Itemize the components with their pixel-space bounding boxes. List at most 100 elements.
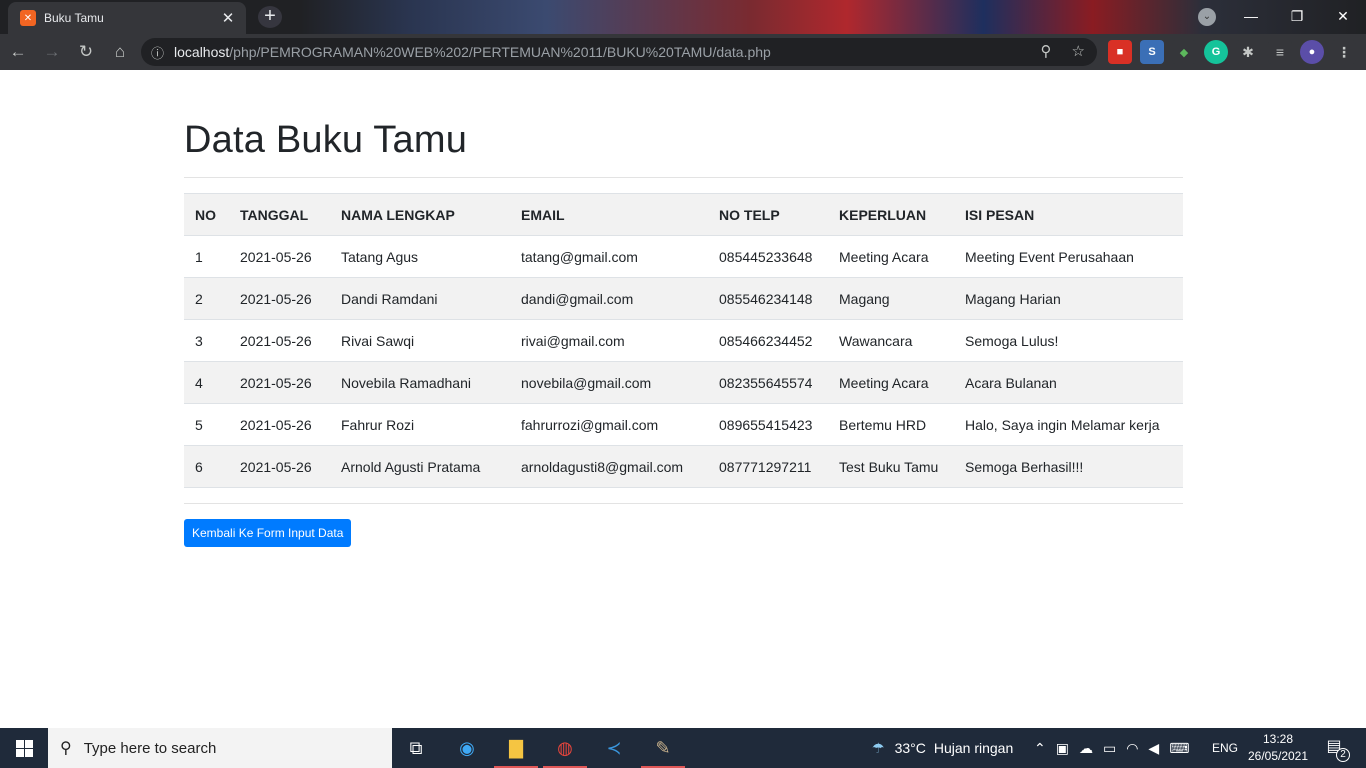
language-indicator[interactable]: ENG [1212, 728, 1238, 768]
zoom-icon[interactable]: ⚲ [1041, 42, 1052, 60]
cell-email: tatang@gmail.com [510, 235, 708, 278]
cell-nama: Arnold Agusti Pratama [330, 445, 510, 488]
taskbar-search-box[interactable]: ⚲ Type here to search [48, 728, 392, 768]
browser-menu-icon[interactable]: ⋮ [1332, 40, 1356, 64]
cell-email: fahrurrozi@gmail.com [510, 403, 708, 446]
extension-lock-icon[interactable]: ■ [1108, 40, 1132, 64]
cell-keperluan: Test Buku Tamu [828, 445, 954, 488]
cell-tanggal: 2021-05-26 [229, 235, 330, 278]
tab-search-icon[interactable]: ⌄ [1198, 8, 1216, 26]
cell-no: 6 [184, 445, 229, 488]
extensions-puzzle-icon[interactable]: ✱ [1236, 40, 1260, 64]
system-tray: ⌃ ▣ ☁ ▭ ◠ ◀ ⌨ [1034, 728, 1189, 768]
guestbook-table: NO TANGGAL NAMA LENGKAP EMAIL NO TELP KE… [184, 193, 1183, 488]
chevron-up-icon[interactable]: ⌃ [1034, 740, 1046, 757]
restore-button[interactable]: ❐ [1274, 0, 1320, 32]
cell-pesan: Halo, Saya ingin Melamar kerja [954, 403, 1183, 446]
reload-icon[interactable]: ↻ [70, 36, 102, 68]
cell-tanggal: 2021-05-26 [229, 277, 330, 320]
cell-telp: 085466234452 [708, 319, 828, 362]
extension-s-icon[interactable]: S [1140, 40, 1164, 64]
weather-rain-icon: ☂ [872, 739, 885, 756]
tab-close-icon[interactable]: ✕ [220, 9, 236, 27]
bookmark-star-icon[interactable]: ☆ [1072, 42, 1085, 60]
keyboard-icon[interactable]: ⌨ [1169, 740, 1189, 757]
cell-no: 3 [184, 319, 229, 362]
onedrive-icon[interactable]: ☁ [1079, 740, 1093, 757]
wifi-icon[interactable]: ◠ [1126, 740, 1138, 757]
windows-taskbar: ⚲ Type here to search ⧉ ◉ ▇ ◍ ≺ ✎ ☂ 33°C… [0, 728, 1366, 768]
media-control-icon[interactable]: ≡ [1268, 40, 1292, 64]
paint-icon[interactable]: ✎ [639, 728, 687, 768]
column-header-no: NO [184, 193, 229, 236]
grammarly-icon[interactable]: G [1204, 40, 1228, 64]
page-title: Data Buku Tamu [184, 119, 468, 161]
weather-desc: Hujan ringan [933, 740, 1014, 756]
cell-keperluan: Bertemu HRD [828, 403, 954, 446]
extension-drive-icon[interactable]: ◆ [1172, 40, 1196, 64]
table-row: 3 2021-05-26 Rivai Sawqi rivai@gmail.com… [184, 319, 1183, 362]
table-row: 5 2021-05-26 Fahrur Rozi fahrurrozi@gmai… [184, 403, 1183, 446]
cell-nama: Tatang Agus [330, 235, 510, 278]
clock[interactable]: 13:28 26/05/2021 [1246, 731, 1310, 765]
cell-tanggal: 2021-05-26 [229, 319, 330, 362]
table-divider [184, 503, 1183, 504]
cell-pesan: Acara Bulanan [954, 361, 1183, 404]
browser-tab[interactable]: ✕ Buku Tamu ✕ [8, 2, 246, 34]
edge-icon[interactable]: ◉ [443, 728, 491, 768]
cell-nama: Rivai Sawqi [330, 319, 510, 362]
cell-nama: Fahrur Rozi [330, 403, 510, 446]
site-info-icon[interactable]: ⓘ [151, 43, 164, 62]
cell-no: 5 [184, 403, 229, 446]
content-container: Data Buku Tamu NO TANGGAL NAMA LENGKAP E… [184, 70, 1183, 547]
cell-tanggal: 2021-05-26 [229, 445, 330, 488]
cell-telp: 082355645574 [708, 361, 828, 404]
back-to-form-button[interactable]: Kembali Ke Form Input Data [184, 519, 352, 547]
column-header-email: EMAIL [510, 193, 708, 236]
address-bar[interactable]: ⓘ localhost/php/PEMROGRAMAN%20WEB%202/PE… [141, 38, 1097, 66]
cell-telp: 085546234148 [708, 277, 828, 320]
forward-arrow-icon[interactable]: → [36, 36, 68, 68]
battery-icon[interactable]: ▭ [1103, 740, 1116, 757]
chrome-icon[interactable]: ◍ [541, 728, 589, 768]
cell-telp: 089655415423 [708, 403, 828, 446]
close-window-button[interactable]: ✕ [1320, 0, 1366, 32]
cell-nama: Novebila Ramadhani [330, 361, 510, 404]
browser-toolbar: ← → ↻ ⌂ ⓘ localhost/php/PEMROGRAMAN%20WE… [0, 34, 1366, 70]
notification-icon[interactable]: ▤ 2 [1322, 736, 1350, 762]
search-icon: ⚲ [60, 740, 72, 757]
cell-keperluan: Wawancara [828, 319, 954, 362]
profile-avatar[interactable]: ● [1300, 40, 1324, 64]
table-row: 1 2021-05-26 Tatang Agus tatang@gmail.co… [184, 235, 1183, 278]
cell-email: rivai@gmail.com [510, 319, 708, 362]
xampp-favicon-icon: ✕ [20, 10, 36, 26]
cell-no: 1 [184, 235, 229, 278]
cell-pesan: Semoga Lulus! [954, 319, 1183, 362]
cell-keperluan: Meeting Acara [828, 235, 954, 278]
cell-pesan: Semoga Berhasil!!! [954, 445, 1183, 488]
cell-email: novebila@gmail.com [510, 361, 708, 404]
home-icon[interactable]: ⌂ [104, 36, 136, 68]
file-explorer-icon[interactable]: ▇ [492, 728, 540, 768]
weather-widget[interactable]: ☂ 33°C Hujan ringan [872, 728, 1013, 768]
cell-telp: 087771297211 [708, 445, 828, 488]
task-view-icon[interactable]: ⧉ [392, 728, 440, 768]
minimize-button[interactable]: — [1228, 0, 1274, 32]
column-header-tanggal: TANGGAL [229, 193, 330, 236]
back-arrow-icon[interactable]: ← [2, 36, 34, 68]
windows-start-icon[interactable] [0, 728, 48, 768]
cell-email: arnoldagusti8@gmail.com [510, 445, 708, 488]
meet-now-icon[interactable]: ▣ [1056, 740, 1069, 757]
table-row: 6 2021-05-26 Arnold Agusti Pratama arnol… [184, 445, 1183, 488]
vscode-icon[interactable]: ≺ [590, 728, 638, 768]
notification-count: 2 [1336, 748, 1350, 762]
column-header-nama: NAMA LENGKAP [330, 193, 510, 236]
cell-keperluan: Meeting Acara [828, 361, 954, 404]
page-viewport: Data Buku Tamu NO TANGGAL NAMA LENGKAP E… [0, 70, 1366, 728]
volume-icon[interactable]: ◀ [1148, 740, 1159, 757]
cell-telp: 085445233648 [708, 235, 828, 278]
new-tab-button[interactable]: + [258, 6, 282, 28]
cell-tanggal: 2021-05-26 [229, 403, 330, 446]
cell-no: 4 [184, 361, 229, 404]
column-header-telp: NO TELP [708, 193, 828, 236]
